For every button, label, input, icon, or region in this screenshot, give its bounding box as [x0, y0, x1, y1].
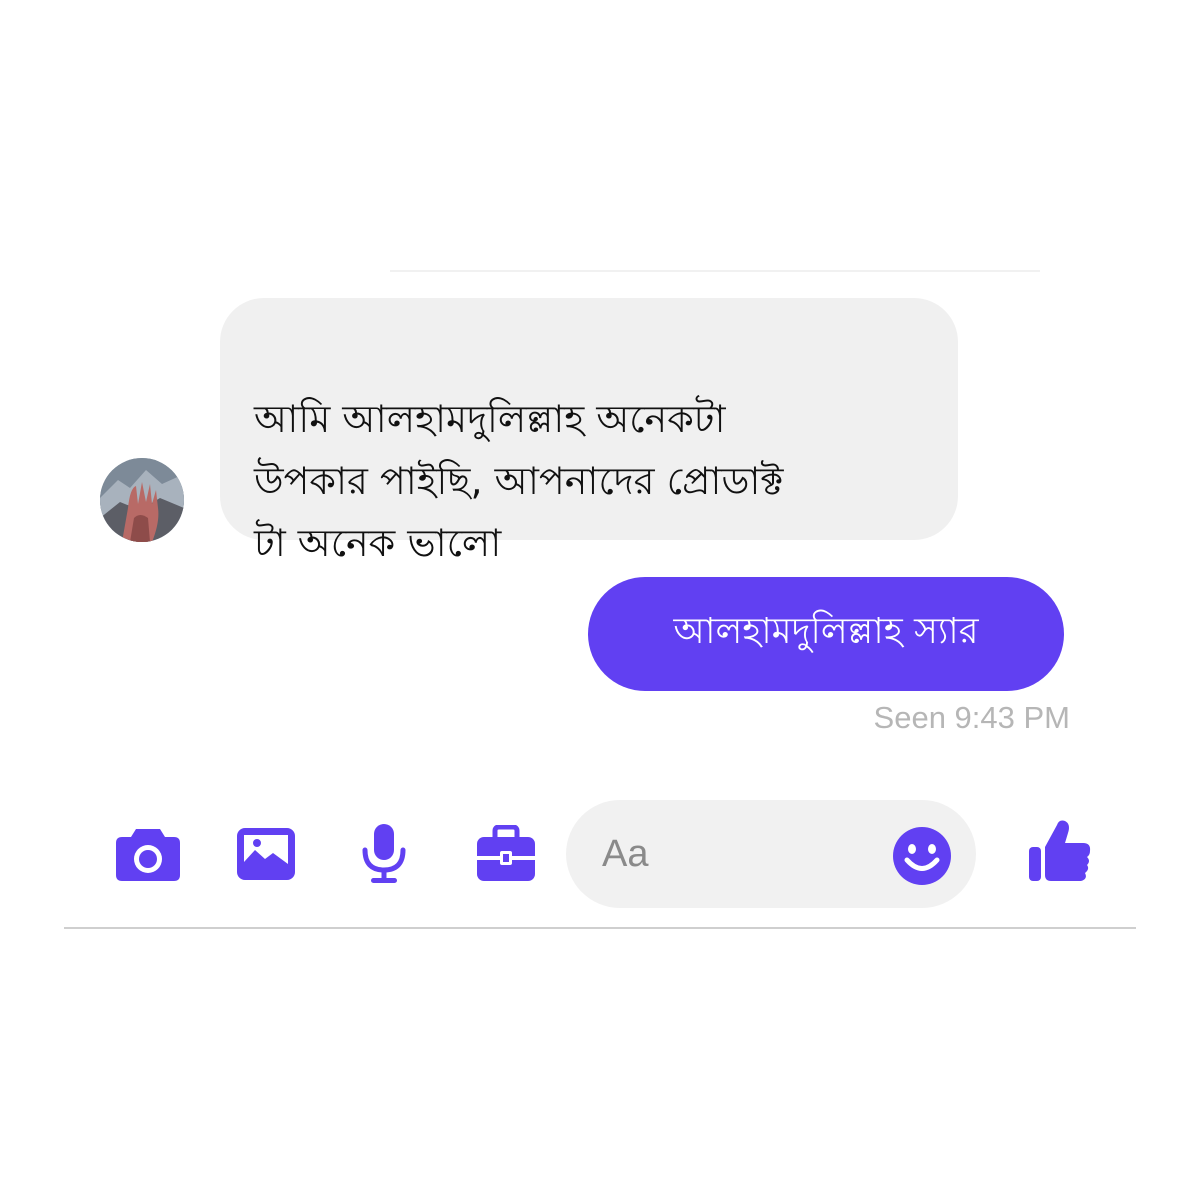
image-icon [237, 828, 295, 880]
microphone-icon [362, 824, 406, 883]
camera-button[interactable] [112, 818, 184, 890]
like-button[interactable] [1024, 814, 1096, 886]
gallery-button[interactable] [230, 818, 302, 890]
apps-button[interactable] [470, 818, 542, 890]
avatar-photo [100, 458, 184, 542]
chat-screen: আমি আলহামদুলিল্লাহ অনেকটা উপকার পাইছি, আ… [0, 0, 1200, 1200]
contact-avatar[interactable] [100, 458, 184, 542]
incoming-message-bubble[interactable]: আমি আলহামদুলিল্লাহ অনেকটা উপকার পাইছি, আ… [220, 298, 958, 565]
top-divider [390, 270, 1040, 272]
outgoing-message-bubble[interactable]: আলহামদুলিল্লাহ স্যার [588, 577, 1064, 691]
voice-button[interactable] [348, 818, 420, 890]
toolbox-icon [477, 825, 535, 881]
incoming-message-text: আমি আলহামদুলিল্লাহ অনেকটা উপকার পাইছি, আ… [254, 397, 784, 565]
thumbs-up-icon [1029, 820, 1091, 881]
bottom-divider [64, 927, 1136, 929]
emoji-button[interactable] [890, 824, 954, 888]
message-placeholder: Aa [602, 832, 649, 875]
outgoing-message-text: আলহামদুলিল্লাহ স্যার [673, 611, 979, 652]
seen-status: Seen 9:43 PM [873, 700, 1070, 735]
camera-icon [116, 829, 180, 881]
emoji-icon [893, 827, 951, 885]
